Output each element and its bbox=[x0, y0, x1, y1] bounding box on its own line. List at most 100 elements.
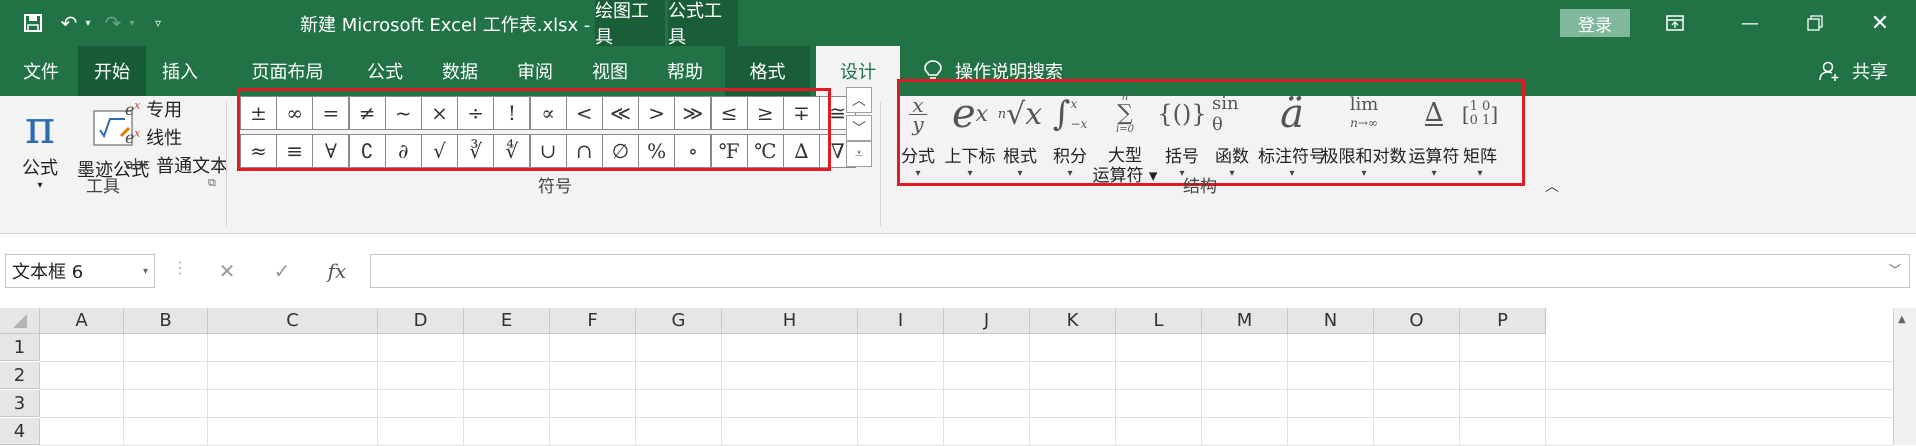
column-header[interactable]: I bbox=[858, 308, 944, 334]
summation-icon: n ∑ i=0 bbox=[1116, 92, 1134, 135]
vertical-scrollbar[interactable]: ▲ bbox=[1893, 308, 1916, 445]
chevron-down-icon: ▾ bbox=[1229, 168, 1235, 179]
superscript-icon: ex bbox=[951, 91, 989, 137]
gallery-scroll-up-icon[interactable]: ︿ bbox=[846, 87, 872, 113]
normal-text-button[interactable]: abc 普通文本 bbox=[125, 152, 228, 178]
row-header[interactable]: 2 bbox=[0, 362, 40, 389]
symbols-group-label: 符号 bbox=[538, 177, 572, 197]
row-header[interactable]: 1 bbox=[0, 334, 40, 361]
column-header[interactable]: C bbox=[208, 308, 378, 334]
user-add-icon[interactable] bbox=[1815, 46, 1843, 96]
structures-group-label: 结构 bbox=[1183, 177, 1217, 197]
column-header[interactable]: O bbox=[1374, 308, 1460, 334]
column-header[interactable]: A bbox=[40, 308, 124, 334]
minimize-icon[interactable]: — bbox=[1730, 8, 1770, 38]
operator-icon: ∆ bbox=[1424, 98, 1444, 128]
column-header[interactable]: K bbox=[1030, 308, 1116, 334]
title-bar: ↶ ▾ ↷ ▾ ▿ 新建 Microsoft Excel 工作表.xlsx - … bbox=[0, 0, 1916, 48]
limit-log-button[interactable]: lim n→∞ 极限和对数 ▾ bbox=[1322, 84, 1407, 180]
name-box[interactable]: 文本框 6 ▾ bbox=[5, 254, 155, 288]
group-separator bbox=[226, 102, 227, 226]
cancel-icon[interactable]: ✕ bbox=[205, 254, 249, 288]
large-operator-button[interactable]: n ∑ i=0 大型 运算符 ▾ bbox=[1093, 84, 1158, 186]
column-header[interactable]: B bbox=[124, 308, 208, 334]
save-icon[interactable] bbox=[20, 10, 46, 36]
close-icon[interactable]: ✕ bbox=[1860, 8, 1900, 38]
chevron-down-icon: ▾ bbox=[1361, 168, 1367, 179]
bracket-button[interactable]: {()} 括号 ▾ bbox=[1157, 84, 1206, 179]
expand-formula-bar-icon[interactable]: ﹀ bbox=[1889, 261, 1901, 278]
pi-icon: π bbox=[24, 100, 56, 154]
window-title: 新建 Microsoft Excel 工作表.xlsx - Excel bbox=[300, 15, 644, 36]
large-operator-label: 大型 运算符 ▾ bbox=[1093, 146, 1158, 186]
abc-icon: abc bbox=[125, 157, 151, 173]
chevron-down-icon[interactable]: ▾ bbox=[143, 266, 148, 277]
context-drawing-tools: 绘图工具 bbox=[595, 0, 665, 48]
undo-dropdown-icon[interactable]: ▾ bbox=[82, 10, 94, 36]
column-header[interactable]: E bbox=[464, 308, 550, 334]
redo-dropdown-icon[interactable]: ▾ bbox=[126, 10, 138, 36]
operator-button[interactable]: ∆ 运算符 ▾ bbox=[1406, 84, 1462, 179]
function-button[interactable]: sin θ 函数 ▾ bbox=[1212, 84, 1252, 179]
tab-home[interactable]: 开始 bbox=[78, 46, 146, 96]
gallery-expand-icon[interactable]: ⩡ bbox=[846, 141, 872, 167]
column-header[interactable]: M bbox=[1202, 308, 1288, 334]
row-header[interactable]: 3 bbox=[0, 390, 40, 417]
row-header[interactable]: 4 bbox=[0, 418, 40, 445]
grid-hline bbox=[40, 417, 1893, 418]
redo-icon[interactable]: ↷ bbox=[100, 10, 126, 36]
large-operator-label-line2: 运算符 ▾ bbox=[1092, 166, 1158, 186]
collapse-ribbon-icon[interactable]: ︿ bbox=[1545, 176, 1559, 196]
column-header[interactable]: N bbox=[1288, 308, 1374, 334]
chevron-down-icon: ▾ bbox=[1017, 168, 1023, 179]
dialog-launcher-icon[interactable]: ⧉ bbox=[208, 176, 216, 190]
tab-file[interactable]: 文件 bbox=[5, 46, 77, 96]
scroll-up-arrow-icon[interactable]: ▲ bbox=[1898, 314, 1906, 325]
ribbon-display-options-icon[interactable] bbox=[1655, 8, 1695, 38]
share-button[interactable]: 共享 bbox=[1845, 46, 1895, 96]
customize-toolbar-icon[interactable]: ▿ bbox=[148, 10, 168, 36]
equation-button[interactable]: π 公式 ▾ bbox=[15, 100, 65, 191]
fraction-button[interactable]: xy 分式 ▾ bbox=[897, 84, 939, 180]
column-header[interactable]: H bbox=[722, 308, 858, 334]
accent-button[interactable]: ä 标注符号 ▾ bbox=[1258, 84, 1326, 179]
undo-icon[interactable]: ↶ bbox=[56, 10, 82, 36]
linear-icon: ex bbox=[125, 127, 141, 147]
column-header[interactable]: J bbox=[944, 308, 1030, 334]
column-header[interactable]: D bbox=[378, 308, 464, 334]
script-button[interactable]: ex 上下标 ▾ bbox=[944, 84, 996, 179]
enter-icon[interactable]: ✓ bbox=[260, 254, 304, 288]
ribbon: π 公式 ▾ 墨迹公式 ex 专用 ex 线性 abc 普通文本 工具 ⧉ ± ∞… bbox=[0, 79, 1916, 234]
chevron-down-icon: ▾ bbox=[37, 180, 43, 191]
chevron-down-icon: ▾ bbox=[915, 168, 921, 179]
professional-button[interactable]: ex 专用 bbox=[125, 96, 182, 122]
matrix-button[interactable]: [1 00 1] 矩阵 ▾ bbox=[1458, 84, 1502, 180]
limit-icon: lim n→∞ bbox=[1349, 94, 1379, 131]
worksheet-grid[interactable]: ABCDEFGHIJKLMNOP 1234 ▲ bbox=[0, 308, 1916, 446]
radical-button[interactable]: n √x 根式 ▾ bbox=[998, 84, 1042, 180]
linear-button[interactable]: ex 线性 bbox=[125, 124, 182, 150]
chevron-down-icon: ▾ bbox=[1289, 168, 1295, 179]
tools-group-label: 工具 bbox=[86, 177, 120, 197]
bracket-icon: {()} bbox=[1157, 100, 1207, 128]
restore-icon[interactable] bbox=[1795, 8, 1835, 38]
column-header[interactable]: L bbox=[1116, 308, 1202, 334]
column-header[interactable]: F bbox=[550, 308, 636, 334]
context-formula-tools: 公式工具 bbox=[668, 0, 738, 48]
chevron-down-icon: ▾ bbox=[1067, 168, 1073, 179]
chevron-down-icon: ▾ bbox=[967, 168, 973, 179]
column-header[interactable]: G bbox=[636, 308, 722, 334]
integral-button[interactable]: ∫ x −x 积分 ▾ bbox=[1050, 84, 1090, 179]
select-all-corner[interactable] bbox=[0, 308, 40, 334]
formula-bar: 文本框 6 ▾ ⋮ ✕ ✓ fx ﹀ bbox=[0, 234, 1916, 308]
professional-icon: ex bbox=[125, 99, 141, 119]
tab-insert[interactable]: 插入 bbox=[146, 46, 214, 96]
grid-hline bbox=[40, 389, 1893, 390]
formula-input[interactable]: ﹀ bbox=[370, 254, 1910, 288]
highlight-box-symbols bbox=[237, 88, 831, 171]
login-button[interactable]: 登录 bbox=[1560, 9, 1630, 37]
insert-function-icon[interactable]: fx bbox=[315, 254, 359, 288]
chevron-down-icon: ▾ bbox=[1431, 168, 1437, 179]
column-header[interactable]: P bbox=[1460, 308, 1546, 334]
gallery-scroll-down-icon[interactable]: ﹀ bbox=[846, 115, 872, 141]
